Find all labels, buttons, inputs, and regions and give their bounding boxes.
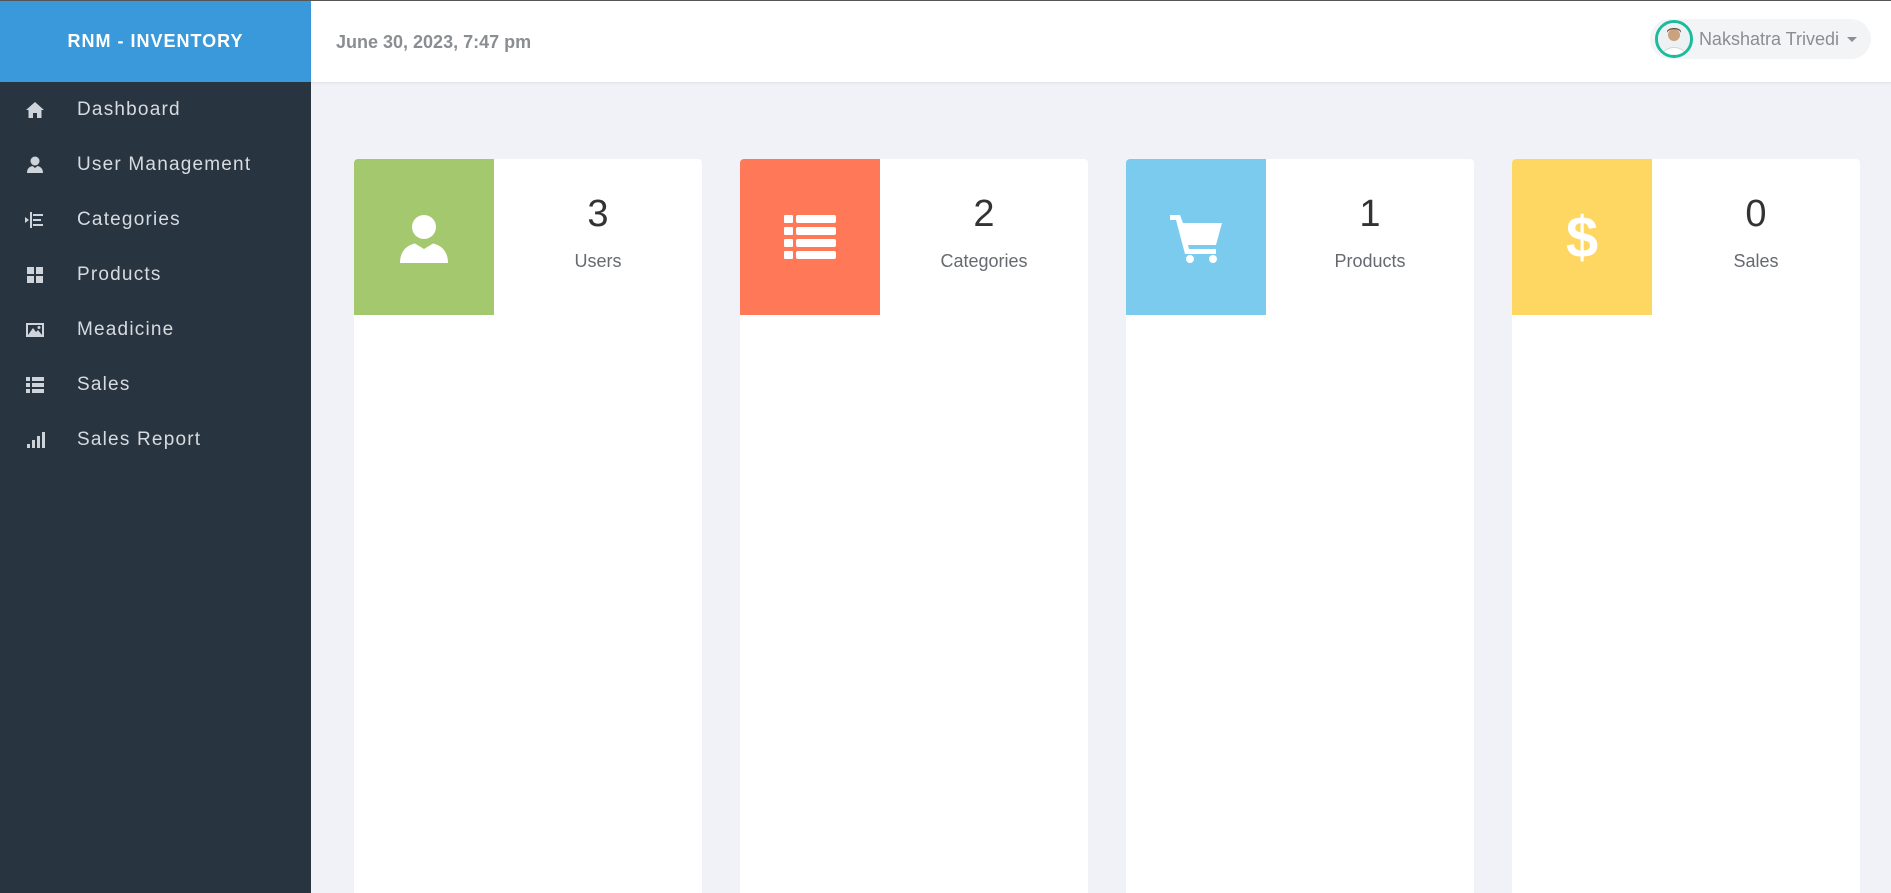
stat-count: 0 [1745,193,1767,235]
avatar [1654,20,1693,58]
stat-card-sales[interactable]: $ 0 Sales [1512,159,1860,893]
stat-card-categories[interactable]: 2 Categories [740,159,1088,893]
user-name: Nakshatra Trivedi [1698,28,1839,49]
stat-icon-box [1126,159,1266,315]
sidebar-item-label: Meadicine [77,318,175,340]
sidebar-item-dashboard[interactable]: Dashboard [0,82,311,137]
stat-label: Users [574,251,622,271]
sidebar-item-label: Categories [77,208,181,230]
stat-count: 1 [1359,193,1381,235]
list-icon [0,375,77,395]
stat-icon-box [740,159,880,315]
stat-label: Products [1334,251,1406,271]
chevron-down-icon [1847,36,1857,42]
indent-icon [0,210,77,230]
list-icon [784,215,836,259]
sidebar-item-label: Dashboard [77,98,181,120]
user-menu-dropdown[interactable]: Nakshatra Trivedi [1649,19,1871,59]
brand-logo[interactable]: RNM - INVENTORY [0,0,311,82]
stat-count: 2 [973,193,995,235]
dollar-icon: $ [1566,209,1598,265]
top-header: June 30, 2023, 7:47 pm Nakshatra Trivedi [311,0,1891,83]
sidebar-item-label: Sales [77,373,131,395]
sidebar-item-label: Sales Report [77,428,202,450]
stat-label: Sales [1733,251,1779,271]
app: RNM - INVENTORY Dashboard User Managemen… [0,0,1891,893]
shopping-cart-icon [1170,215,1222,263]
sidebar-item-categories[interactable]: Categories [0,192,311,247]
svg-text:$: $ [1566,209,1598,265]
sidebar-item-label: User Management [77,153,252,175]
sidebar-item-user-management[interactable]: User Management [0,137,311,192]
sidebar-item-products[interactable]: Products [0,247,311,302]
home-icon [0,100,77,120]
user-icon [400,215,448,263]
sidebar: RNM - INVENTORY Dashboard User Managemen… [0,0,311,893]
signal-icon [0,430,77,450]
stat-card-users[interactable]: 3 Users [354,159,702,893]
sidebar-item-label: Products [77,263,162,285]
stat-label: Categories [940,251,1028,271]
sidebar-item-meadicine[interactable]: Meadicine [0,302,311,357]
stat-icon-box [354,159,494,315]
grid-icon [0,265,77,285]
stat-card-products[interactable]: 1 Products [1126,159,1474,893]
sidebar-item-sales[interactable]: Sales [0,357,311,412]
stat-icon-box: $ [1512,159,1652,315]
sidebar-nav: Dashboard User Management Categories Pro… [0,82,311,467]
header-datetime: June 30, 2023, 7:47 pm [336,32,532,52]
user-icon [0,155,77,175]
picture-icon [0,320,77,340]
sidebar-item-sales-report[interactable]: Sales Report [0,412,311,467]
stat-count: 3 [587,193,609,235]
